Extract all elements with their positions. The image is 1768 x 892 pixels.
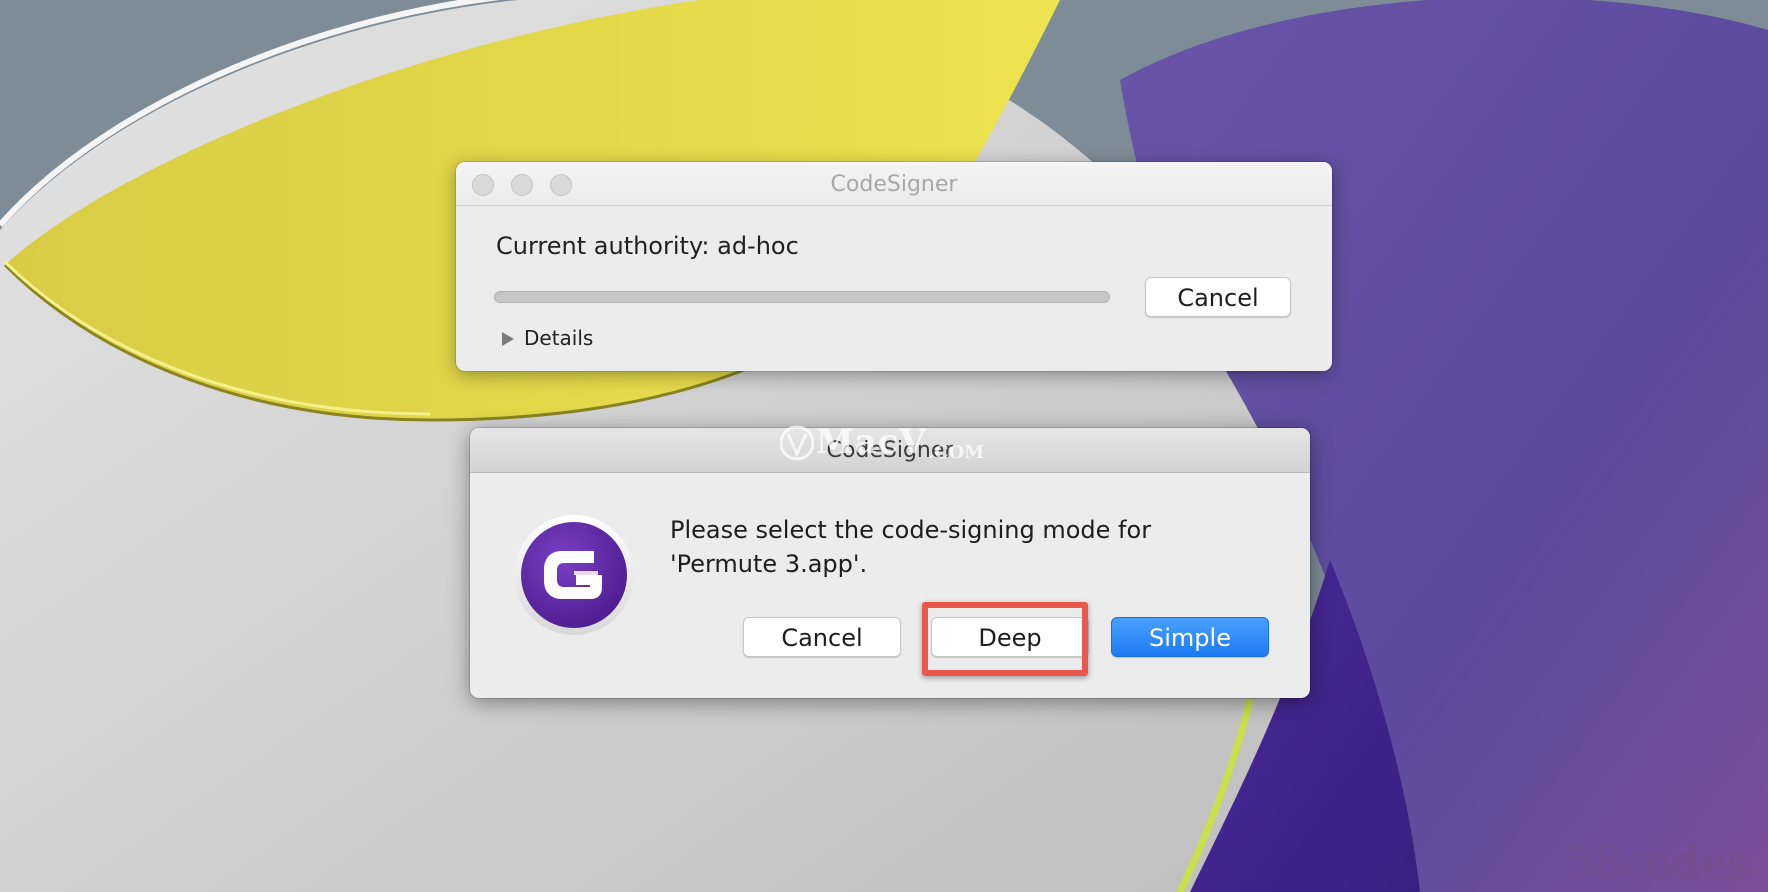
macv-watermark-suffix: .COM [928, 442, 985, 463]
progress-cancel-button[interactable]: Cancel [1145, 277, 1291, 317]
details-disclosure[interactable]: Details [502, 326, 593, 350]
codesigner-app-icon [514, 515, 634, 635]
macv-watermark-text: MacV [816, 422, 927, 462]
cancel-button[interactable]: Cancel [743, 617, 901, 657]
macv-watermark: MacV .COM [780, 418, 1010, 468]
macv-logo-icon [780, 425, 814, 461]
details-label: Details [524, 326, 594, 350]
progress-window-titlebar[interactable]: CodeSigner [456, 162, 1332, 206]
progress-window-title: CodeSigner [830, 172, 958, 197]
deep-button-highlight [922, 602, 1088, 676]
codes-watermark: 58codes [1566, 838, 1750, 889]
desktop: CodeSigner Current authority: ad-hoc Can… [0, 0, 1768, 892]
dialog-message: Please select the code-signing mode for … [670, 516, 1152, 578]
disclosure-triangle-icon[interactable] [502, 332, 514, 346]
simple-button[interactable]: Simple [1111, 617, 1269, 657]
signing-progress-bar [494, 291, 1110, 303]
code-signing-mode-dialog: CodeSigner Please select the code-signin… [470, 428, 1310, 698]
progress-window: CodeSigner Current authority: ad-hoc Can… [456, 162, 1332, 371]
authority-label: Current authority: ad-hoc [496, 232, 799, 260]
